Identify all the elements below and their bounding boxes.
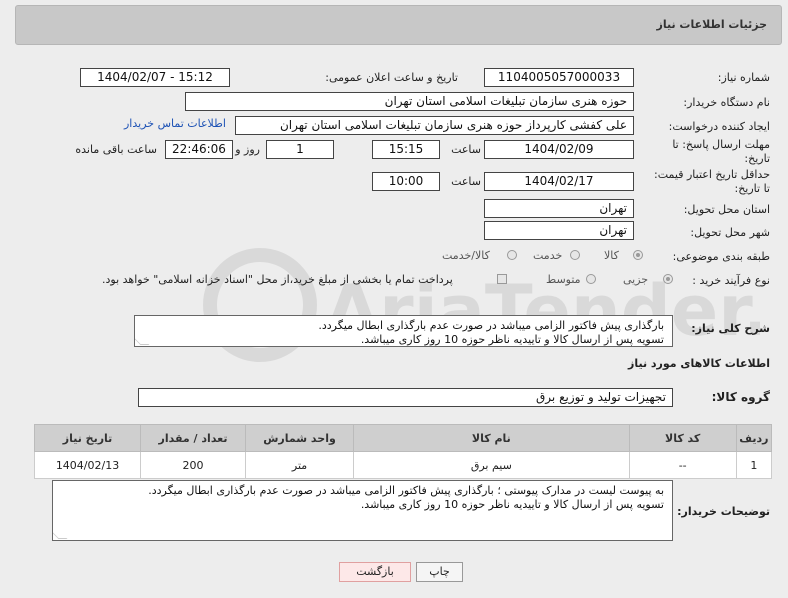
validity-label-2: تا تاریخ: — [734, 182, 770, 195]
cell-name: سیم برق — [353, 451, 630, 479]
process-medium-label: متوسط — [546, 273, 581, 286]
province-label: استان محل تحویل: — [683, 203, 770, 216]
buyer-notes-line-1: به پیوست لیست در مدارک پیوستی ؛ بارگذاری… — [148, 484, 664, 497]
deadline-time-word: ساعت — [451, 143, 481, 156]
announce-label: تاریخ و ساعت اعلان عمومی: — [325, 71, 458, 84]
buyer-org-label: نام دستگاه خریدار: — [683, 96, 770, 109]
days-count-field: 1 — [266, 140, 334, 159]
page-header: جزئیات اطلاعات نیاز — [15, 5, 782, 45]
category-goods-radio[interactable] — [633, 250, 643, 260]
category-service-label: خدمت — [533, 249, 563, 262]
buyer-notes-label: توضیحات خریدار: — [677, 505, 770, 518]
print-button[interactable]: چاپ — [416, 562, 463, 582]
table-row: 1 -- سیم برق متر 200 1404/02/13 — [33, 451, 773, 479]
province-field: تهران — [484, 199, 634, 218]
goods-table-header: ردیف کد کالا نام کالا واحد شمارش تعداد /… — [33, 424, 773, 452]
category-goods-label: کالا — [604, 249, 619, 262]
remaining-label: ساعت باقی مانده — [75, 143, 157, 156]
resize-grip-icon[interactable] — [53, 530, 68, 539]
category-service-radio[interactable] — [570, 250, 580, 260]
treasury-payment-note: پرداخت تمام یا بخشی از مبلغ خرید،از محل … — [102, 273, 453, 286]
need-number-label: شماره نیاز: — [717, 71, 770, 84]
col-need-date: تاریخ نیاز — [33, 424, 142, 452]
treasury-payment-checkbox[interactable] — [497, 274, 507, 284]
need-number-field: 1104005057000033 — [484, 68, 634, 87]
process-label: نوع فرآیند خرید : — [692, 274, 770, 287]
category-label: طبقه بندی موضوعی: — [672, 250, 770, 263]
day-and-label: روز و — [235, 143, 260, 156]
validity-label: حداقل تاریخ اعتبار قیمت: — [654, 168, 770, 181]
goods-group-label: گروه کالا: — [711, 390, 770, 404]
page-title: جزئیات اطلاعات نیاز — [656, 18, 768, 31]
process-partial-label: جزیی — [623, 273, 649, 286]
city-label: شهر محل تحویل: — [690, 226, 770, 239]
goods-section-title: اطلاعات کالاهای مورد نیاز — [628, 357, 770, 370]
deadline-label: مهلت ارسال پاسخ: تا — [672, 138, 770, 151]
col-quantity: تعداد / مقدار — [140, 424, 247, 452]
remaining-time-field: 22:46:06 — [165, 140, 233, 159]
description-textarea[interactable]: بارگذاری پیش فاکتور الزامی میباشد در صور… — [134, 315, 673, 347]
validity-date-field: 1404/02/17 — [484, 172, 634, 191]
description-label: شرح کلی نیاز: — [691, 322, 770, 335]
cell-code: -- — [628, 451, 737, 479]
cell-unit: متر — [245, 451, 355, 479]
cell-need-date: 1404/02/13 — [33, 451, 142, 479]
col-unit: واحد شمارش — [245, 424, 355, 452]
cell-quantity: 200 — [140, 451, 247, 479]
validity-time-word: ساعت — [451, 175, 481, 188]
buyer-notes-textarea[interactable]: به پیوست لیست در مدارک پیوستی ؛ بارگذاری… — [52, 480, 673, 541]
deadline-date-field: 1404/02/09 — [484, 140, 634, 159]
cell-row: 1 — [735, 451, 773, 479]
process-medium-radio[interactable] — [586, 274, 596, 284]
col-code: کد کالا — [628, 424, 737, 452]
buyer-org-field: حوزه هنری سازمان تبلیغات اسلامی استان ته… — [185, 92, 634, 111]
creator-field: علی کفشی کارپرداز حوزه هنری سازمان تبلیغ… — [235, 116, 634, 135]
category-both-radio[interactable] — [507, 250, 517, 260]
deadline-label-2: تاریخ: — [744, 152, 770, 165]
city-field: تهران — [484, 221, 634, 240]
back-button[interactable]: بازگشت — [339, 562, 411, 582]
col-name: نام کالا — [353, 424, 630, 452]
buyer-contact-link[interactable]: اطلاعات تماس خریدار — [124, 117, 226, 130]
buyer-notes-line-2: تسویه پس از ارسال کالا و تاییدیه ناظر حو… — [360, 498, 664, 511]
description-line-2: تسویه پس از ارسال کالا و تاییدیه ناظر حو… — [360, 333, 664, 346]
deadline-time-field: 15:15 — [372, 140, 440, 159]
creator-label: ایجاد کننده درخواست: — [668, 120, 770, 133]
col-row: ردیف — [735, 424, 773, 452]
goods-group-field: تجهیزات تولید و توزیع برق — [138, 388, 673, 407]
goods-table: ردیف کد کالا نام کالا واحد شمارش تعداد /… — [33, 424, 773, 479]
process-partial-radio[interactable] — [663, 274, 673, 284]
validity-time-field: 10:00 — [372, 172, 440, 191]
announce-datetime-field: 1404/02/07 - 15:12 — [80, 68, 230, 87]
category-both-label: کالا/خدمت — [442, 249, 490, 262]
description-line-1: بارگذاری پیش فاکتور الزامی میباشد در صور… — [318, 319, 664, 332]
